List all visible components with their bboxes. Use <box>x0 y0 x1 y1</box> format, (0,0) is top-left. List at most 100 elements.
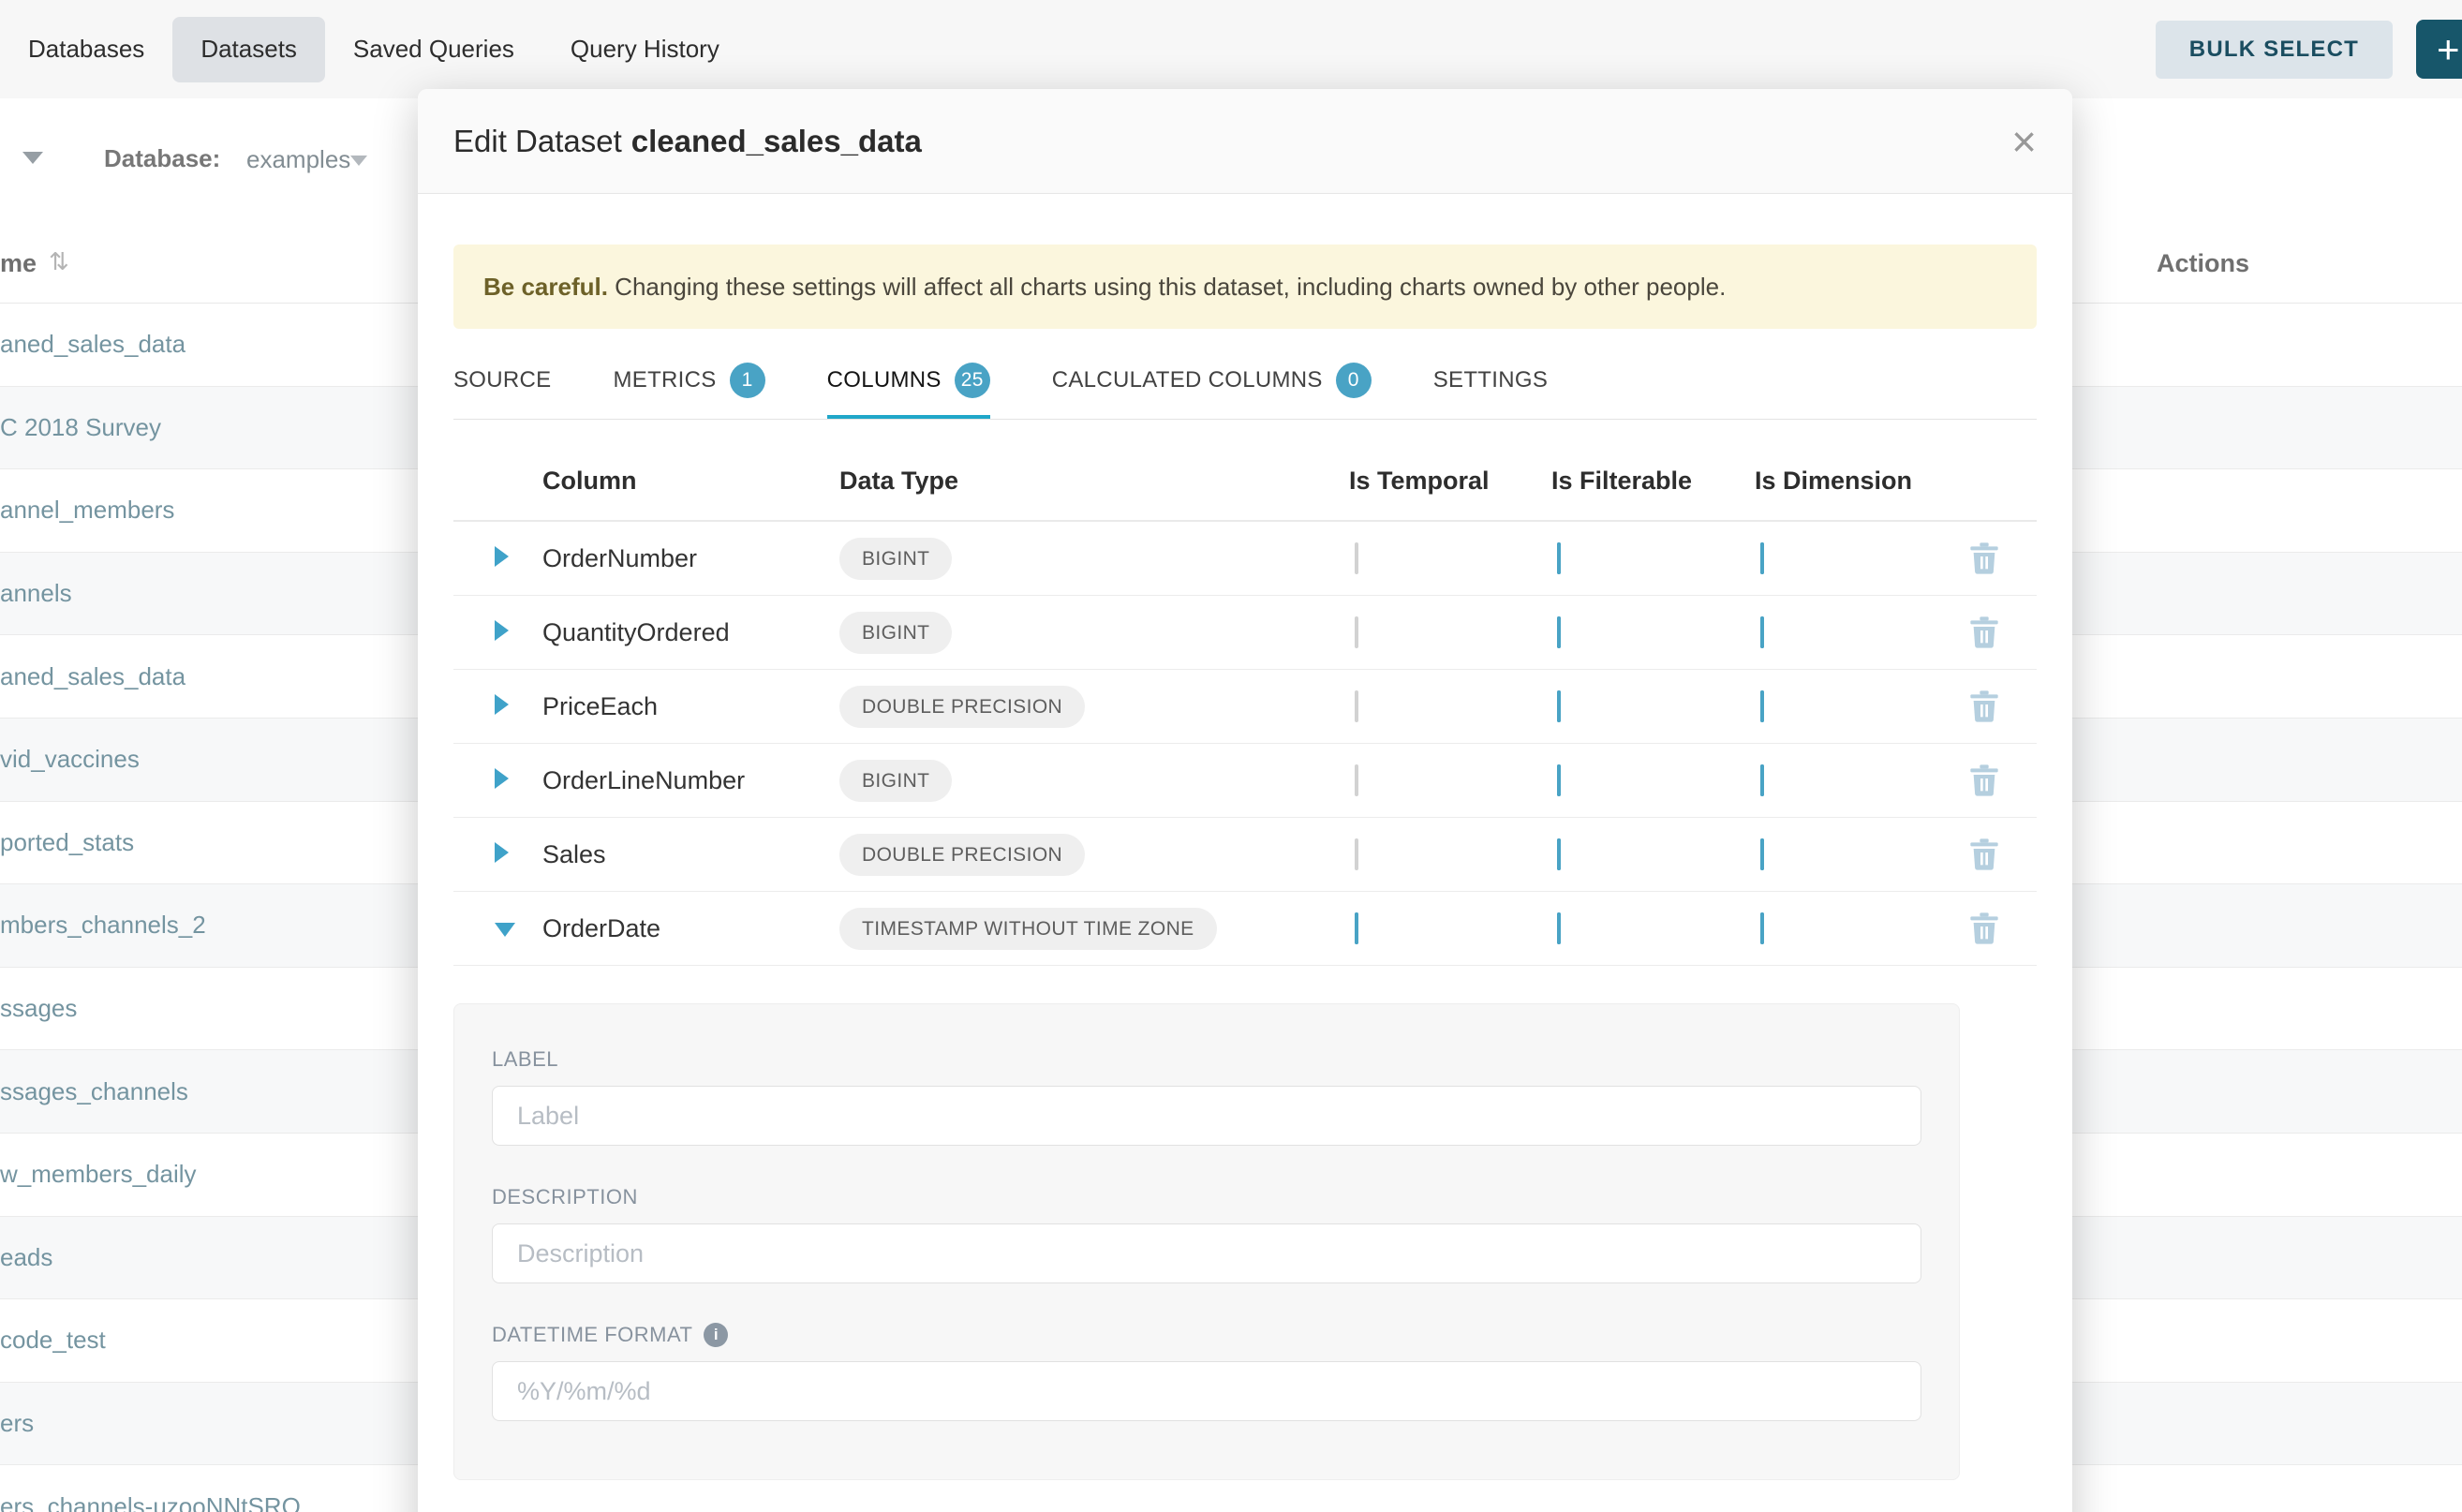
is-dimension-checkbox[interactable] <box>1760 542 1764 574</box>
add-dataset-button[interactable]: + <box>2416 20 2462 79</box>
nav-tab-label: Query History <box>571 35 719 64</box>
is-temporal-checkbox[interactable] <box>1355 912 1358 944</box>
nav-tab-datasets[interactable]: Datasets <box>172 17 325 82</box>
warning-banner: Be careful. Changing these settings will… <box>453 245 2037 329</box>
expand-caret-icon[interactable] <box>495 694 509 715</box>
tab-label: SETTINGS <box>1433 367 1548 393</box>
tab-settings[interactable]: SETTINGS <box>1433 346 1548 419</box>
column-row: QuantityOrdered BIGINT <box>453 596 2037 670</box>
is-temporal-checkbox[interactable] <box>1355 838 1358 870</box>
nav-tab-label: Databases <box>28 35 144 64</box>
column-name: OrderLineNumber <box>542 766 839 795</box>
plus-icon: + <box>2437 27 2460 72</box>
metrics-count-badge: 1 <box>730 363 765 398</box>
top-navigation: Databases Datasets Saved Queries Query H… <box>0 0 2462 98</box>
column-row: PriceEach DOUBLE PRECISION <box>453 670 2037 744</box>
is-filterable-checkbox[interactable] <box>1557 542 1561 574</box>
delete-icon[interactable] <box>1969 912 1999 945</box>
calculated-columns-count-badge: 0 <box>1336 363 1372 398</box>
edit-dataset-modal: Edit Dataset cleaned_sales_data × Be care… <box>418 89 2072 1512</box>
tab-label: CALCULATED COLUMNS <box>1052 367 1323 393</box>
description-input[interactable] <box>492 1223 1921 1283</box>
column-row: OrderLineNumber BIGINT <box>453 744 2037 818</box>
is-dimension-checkbox[interactable] <box>1760 912 1764 944</box>
data-type-pill: BIGINT <box>839 538 952 580</box>
column-detail-panel: LABEL DESCRIPTION DATETIME FORMAT i <box>453 1003 1960 1480</box>
is-temporal-checkbox[interactable] <box>1355 764 1358 796</box>
expand-caret-icon[interactable] <box>495 842 509 863</box>
datetime-format-label-text: DATETIME FORMAT <box>492 1323 692 1347</box>
is-temporal-header: Is Temporal <box>1349 467 1551 496</box>
column-row: Sales DOUBLE PRECISION <box>453 818 2037 892</box>
is-filterable-checkbox[interactable] <box>1557 616 1561 648</box>
is-filterable-checkbox[interactable] <box>1557 912 1561 944</box>
is-filterable-header: Is Filterable <box>1551 467 1755 496</box>
is-temporal-checkbox[interactable] <box>1355 542 1358 574</box>
tab-calculated-columns[interactable]: CALCULATED COLUMNS 0 <box>1052 346 1372 419</box>
columns-count-badge: 25 <box>955 363 990 398</box>
is-filterable-checkbox[interactable] <box>1557 838 1561 870</box>
label-input[interactable] <box>492 1086 1921 1146</box>
info-icon[interactable]: i <box>704 1323 728 1347</box>
column-name: QuantityOrdered <box>542 618 839 647</box>
tab-label: COLUMNS <box>827 367 942 393</box>
is-dimension-checkbox[interactable] <box>1760 764 1764 796</box>
expand-caret-icon[interactable] <box>495 768 509 789</box>
column-row: OrderNumber BIGINT <box>453 522 2037 596</box>
column-name: OrderDate <box>542 914 839 943</box>
data-type-pill: TIMESTAMP WITHOUT TIME ZONE <box>839 908 1217 950</box>
datetime-format-field: DATETIME FORMAT i <box>492 1323 1921 1421</box>
is-dimension-checkbox[interactable] <box>1760 616 1764 648</box>
nav-tab-databases[interactable]: Databases <box>0 17 172 82</box>
columns-table-header: Column Data Type Is Temporal Is Filterab… <box>453 467 2037 522</box>
modal-body: Be careful. Changing these settings will… <box>418 245 2072 1480</box>
expand-caret-icon[interactable] <box>495 546 509 567</box>
is-dimension-header: Is Dimension <box>1755 467 1951 496</box>
nav-tab-label: Datasets <box>200 35 297 64</box>
is-dimension-checkbox[interactable] <box>1760 690 1764 722</box>
description-field: DESCRIPTION <box>492 1185 1921 1283</box>
expand-caret-icon[interactable] <box>495 620 509 641</box>
is-filterable-checkbox[interactable] <box>1557 764 1561 796</box>
label-field: LABEL <box>492 1047 1921 1146</box>
label-field-label: LABEL <box>492 1047 1921 1072</box>
column-header: Column <box>542 467 839 496</box>
delete-icon[interactable] <box>1969 689 1999 723</box>
tab-label: METRICS <box>613 367 716 393</box>
delete-icon[interactable] <box>1969 838 1999 871</box>
column-name: PriceEach <box>542 692 839 721</box>
datetime-format-input[interactable] <box>492 1361 1921 1421</box>
warning-bold-text: Be careful. <box>483 273 608 301</box>
tab-label: SOURCE <box>453 367 551 393</box>
modal-title-dataset-name: cleaned_sales_data <box>631 124 922 158</box>
is-filterable-checkbox[interactable] <box>1557 690 1561 722</box>
nav-tab-query-history[interactable]: Query History <box>542 17 748 82</box>
column-name: OrderNumber <box>542 544 839 573</box>
modal-title-prefix: Edit Dataset <box>453 124 622 158</box>
data-type-header: Data Type <box>839 467 1349 496</box>
warning-text: Changing these settings will affect all … <box>608 273 1726 301</box>
close-icon[interactable]: × <box>2011 120 2037 163</box>
is-temporal-checkbox[interactable] <box>1355 690 1358 722</box>
bulk-select-button[interactable]: BULK SELECT <box>2156 21 2393 79</box>
data-type-pill: DOUBLE PRECISION <box>839 686 1085 728</box>
datetime-format-field-label: DATETIME FORMAT i <box>492 1323 1921 1347</box>
tab-source[interactable]: SOURCE <box>453 346 551 419</box>
column-name: Sales <box>542 840 839 869</box>
data-type-pill: BIGINT <box>839 760 952 802</box>
tab-metrics[interactable]: METRICS 1 <box>613 346 764 419</box>
data-type-pill: DOUBLE PRECISION <box>839 834 1085 876</box>
description-field-label: DESCRIPTION <box>492 1185 1921 1209</box>
tab-columns[interactable]: COLUMNS 25 <box>827 346 990 419</box>
delete-icon[interactable] <box>1969 615 1999 649</box>
column-row: OrderDate TIMESTAMP WITHOUT TIME ZONE <box>453 892 2037 966</box>
modal-tabs: SOURCE METRICS 1 COLUMNS 25 CALCULATED COL… <box>453 346 2037 420</box>
nav-tab-label: Saved Queries <box>353 35 514 64</box>
delete-icon[interactable] <box>1969 541 1999 575</box>
delete-icon[interactable] <box>1969 763 1999 797</box>
nav-tab-saved-queries[interactable]: Saved Queries <box>325 17 542 82</box>
is-dimension-checkbox[interactable] <box>1760 838 1764 870</box>
expand-caret-icon[interactable] <box>495 923 515 937</box>
modal-title: Edit Dataset cleaned_sales_data <box>453 124 922 159</box>
is-temporal-checkbox[interactable] <box>1355 616 1358 648</box>
